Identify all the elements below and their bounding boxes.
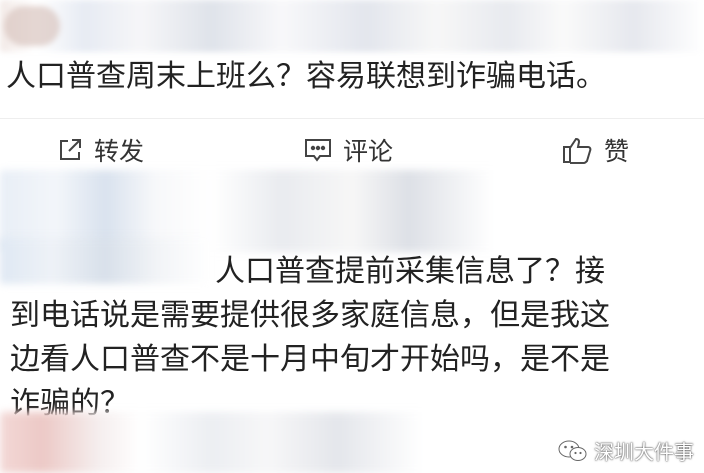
repost-label: 转发 [94,137,145,166]
watermark-text: 深圳大件事 [594,440,694,464]
repost-button[interactable]: 转发 [56,124,144,176]
post-text: 人口普查周末上班么？容易联想到诈骗电话。 [6,59,606,94]
like-label: 赞 [604,137,630,166]
blurred-username-header [0,0,704,52]
repost-icon [56,136,84,164]
comment-icon [303,136,333,164]
wechat-icon [558,439,588,463]
reply-line: 边看人口普查不是十月中旬才开始吗，是不是 [10,342,610,377]
reply-line: 人口普查提前采集信息了？接 [215,254,605,289]
thumbs-up-icon [562,135,594,165]
comment-label: 评论 [343,137,394,166]
reply-text: 人口普查提前采集信息了？接 到电话说是需要提供很多家庭信息，但是我这 边看人口普… [10,250,690,426]
reply-line: 到电话说是需要提供很多家庭信息，但是我这 [10,298,610,333]
post-action-bar: 转发 评论 赞 [0,124,704,176]
comment-button[interactable]: 评论 [303,124,393,176]
divider [0,118,704,119]
blurred-avatar [4,6,60,46]
like-button[interactable]: 赞 [562,124,629,176]
watermark: 深圳大件事 [558,436,694,465]
